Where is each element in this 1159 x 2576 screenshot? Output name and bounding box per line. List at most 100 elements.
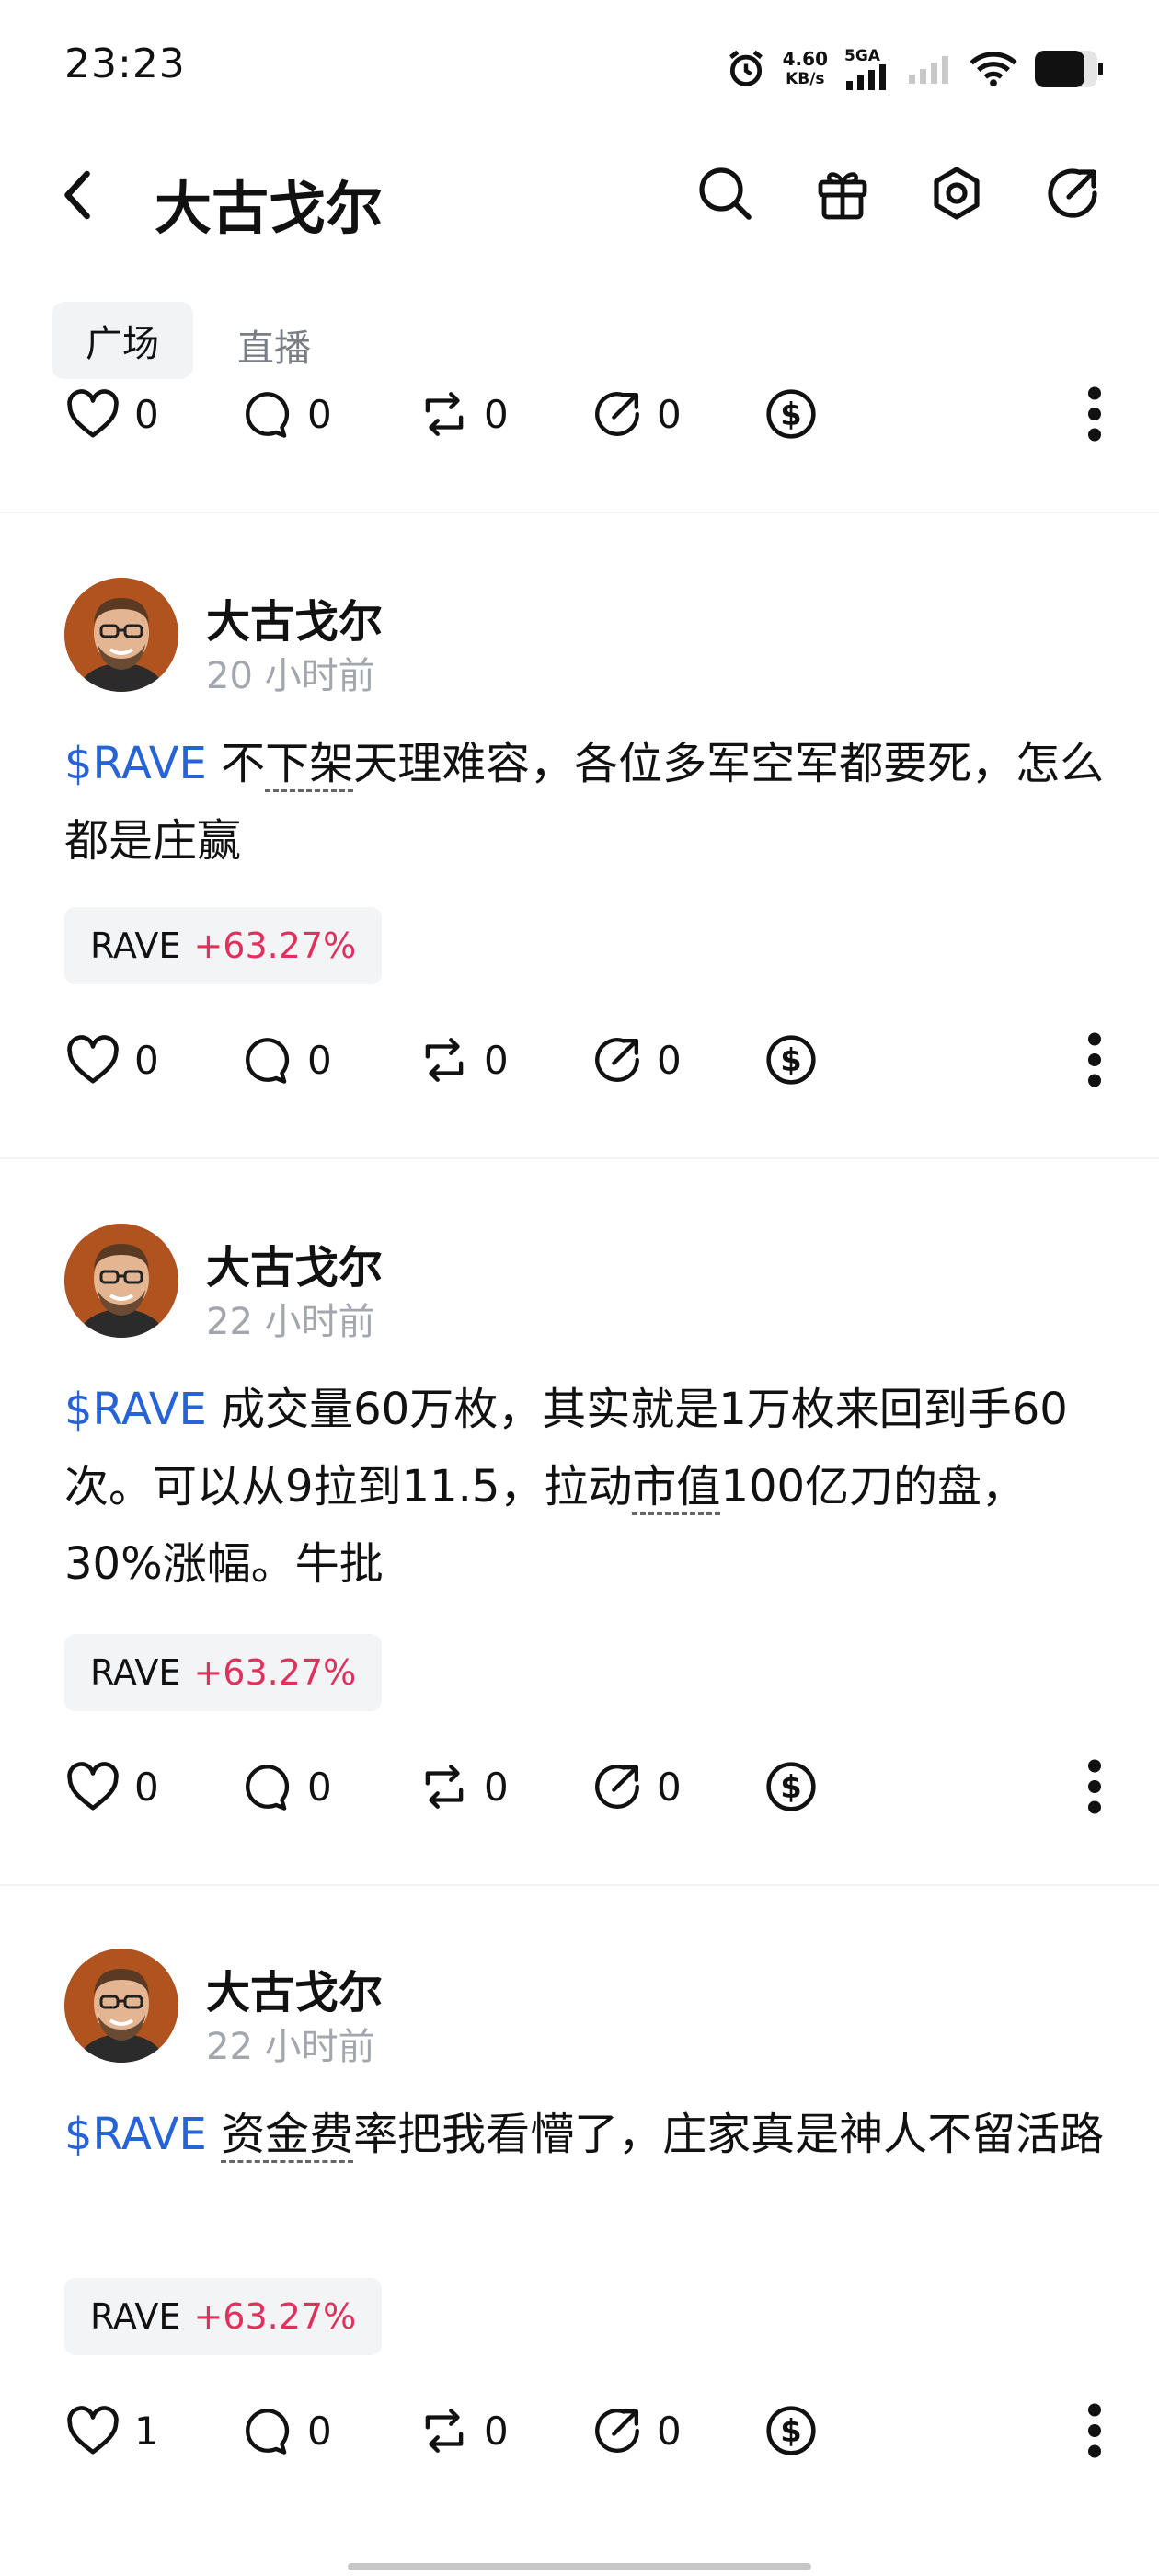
action-bar-previous: 0 0 0 0 $	[64, 381, 1104, 447]
repost-count: 0	[484, 2408, 509, 2454]
settings-icon[interactable]	[927, 164, 986, 223]
repost-count: 0	[484, 1037, 509, 1083]
cashtag-link[interactable]: $RAVE	[64, 738, 207, 789]
more-options-icon[interactable]	[1085, 1759, 1104, 1814]
comment-button[interactable]: 0	[241, 1027, 332, 1093]
tab-live[interactable]: 直播	[237, 318, 311, 372]
like-button[interactable]: 1	[64, 2398, 159, 2464]
token-symbol: RAVE	[90, 2296, 181, 2337]
svg-text:$: $	[780, 1042, 801, 1078]
search-icon[interactable]	[695, 164, 754, 223]
more-options-icon[interactable]	[1085, 2403, 1104, 2458]
comment-button[interactable]: 0	[241, 1754, 332, 1820]
tip-button[interactable]: $	[763, 2398, 819, 2464]
repost-button[interactable]: 0	[418, 1754, 509, 1820]
comment-count: 0	[307, 2408, 332, 2454]
action-bar: 0 0 0 0 $	[64, 1754, 1104, 1820]
token-tag[interactable]: RAVE +63.27%	[64, 1634, 383, 1711]
token-symbol: RAVE	[90, 1652, 181, 1693]
post-text-part: 率把我看懵了，庄家真是神人不留活路	[353, 2109, 1105, 2160]
dollar-coin-icon: $	[766, 2406, 816, 2455]
token-symbol: RAVE	[90, 926, 181, 966]
repost-count: 0	[484, 1764, 509, 1810]
wifi-icon	[970, 52, 1017, 87]
tip-button[interactable]: $	[763, 1027, 819, 1093]
glossary-term[interactable]: 资金费	[221, 2109, 354, 2163]
home-indicator[interactable]	[348, 2563, 811, 2570]
like-button[interactable]: 0	[64, 381, 159, 447]
back-arrow-icon[interactable]	[57, 166, 99, 224]
tip-button[interactable]: $	[763, 1754, 819, 1820]
gift-icon[interactable]	[813, 164, 872, 223]
post-time: 22 小时前	[206, 1301, 375, 1343]
share-button[interactable]: 0	[591, 381, 682, 447]
divider	[0, 512, 1159, 513]
repost-button[interactable]: 0	[418, 1027, 509, 1093]
battery-icon	[1035, 51, 1103, 87]
like-count: 0	[134, 1764, 159, 1810]
comment-icon	[246, 2409, 290, 2455]
author-name[interactable]: 大古戈尔	[206, 1956, 383, 2020]
heart-icon	[67, 1035, 119, 1084]
dollar-coin-icon: $	[766, 1762, 816, 1811]
post-content[interactable]: $RAVE 不下架天理难容，各位多军空军都要死，怎么都是庄赢	[64, 725, 1113, 880]
avatar[interactable]	[64, 578, 178, 692]
cashtag-link[interactable]: $RAVE	[64, 1384, 207, 1435]
share-count: 0	[657, 391, 682, 437]
signal-strength-2-icon	[909, 56, 948, 84]
status-time: 23:23	[64, 40, 186, 87]
network-speed: 4.60 KB/s	[782, 48, 828, 88]
more-options-icon[interactable]	[1085, 1032, 1104, 1087]
svg-text:$: $	[780, 2413, 801, 2449]
like-button[interactable]: 0	[64, 1754, 159, 1820]
signal-5ga: 5GA	[844, 48, 890, 90]
tab-square[interactable]: 广场	[52, 302, 193, 379]
post-time: 22 小时前	[206, 2026, 375, 2068]
more-options-icon[interactable]	[1085, 386, 1104, 442]
comment-count: 0	[307, 391, 332, 437]
avatar[interactable]	[64, 1224, 178, 1338]
dollar-coin-icon: $	[766, 389, 816, 439]
page-title: 大古戈尔	[155, 175, 384, 242]
comment-button[interactable]: 0	[241, 381, 332, 447]
divider	[0, 1157, 1159, 1159]
comment-icon	[246, 1765, 290, 1811]
avatar-image	[64, 1224, 178, 1338]
repost-icon	[425, 392, 464, 436]
token-tag[interactable]: RAVE +63.27%	[64, 907, 383, 984]
repost-button[interactable]: 0	[418, 381, 509, 447]
share-count: 0	[657, 2408, 682, 2454]
share-button[interactable]: 0	[591, 1754, 682, 1820]
post-content[interactable]: $RAVE 成交量60万枚，其实就是1万枚来回到手60次。可以从9拉到11.5，…	[64, 1371, 1113, 1603]
post-content[interactable]: $RAVE 资金费率把我看懵了，庄家真是神人不留活路	[64, 2096, 1113, 2173]
glossary-term[interactable]: 市值	[632, 1461, 721, 1515]
tip-button[interactable]: $	[763, 381, 819, 447]
alarm-icon	[729, 50, 763, 86]
token-tag[interactable]: RAVE +63.27%	[64, 2278, 383, 2355]
repost-icon	[425, 1765, 464, 1809]
post-text-part: 不	[221, 738, 266, 789]
like-count: 0	[134, 1037, 159, 1083]
cashtag-link[interactable]: $RAVE	[64, 2109, 207, 2160]
signal-strength-icon	[846, 64, 886, 90]
share-button[interactable]: 0	[591, 1027, 682, 1093]
avatar[interactable]	[64, 1949, 178, 2063]
like-count: 1	[134, 2408, 159, 2454]
repost-button[interactable]: 0	[418, 2398, 509, 2464]
like-button[interactable]: 0	[64, 1027, 159, 1093]
like-count: 0	[134, 391, 159, 437]
status-bar-icons: 4.60 KB/s 5GA	[726, 37, 1104, 101]
action-bar: 0 0 0 0 $	[64, 1027, 1104, 1093]
glossary-term[interactable]: 下架	[265, 738, 354, 792]
share-count: 0	[657, 1037, 682, 1083]
share-arrow-icon	[595, 1765, 639, 1809]
comment-count: 0	[307, 1037, 332, 1083]
share-button[interactable]: 0	[591, 2398, 682, 2464]
dollar-coin-icon: $	[766, 1035, 816, 1085]
comment-button[interactable]: 0	[241, 2398, 332, 2464]
share-icon[interactable]	[1043, 164, 1102, 223]
action-bar: 1 0 0 0 $	[64, 2398, 1104, 2464]
comment-icon	[246, 392, 290, 438]
author-name[interactable]: 大古戈尔	[206, 585, 383, 650]
author-name[interactable]: 大古戈尔	[206, 1231, 383, 1295]
